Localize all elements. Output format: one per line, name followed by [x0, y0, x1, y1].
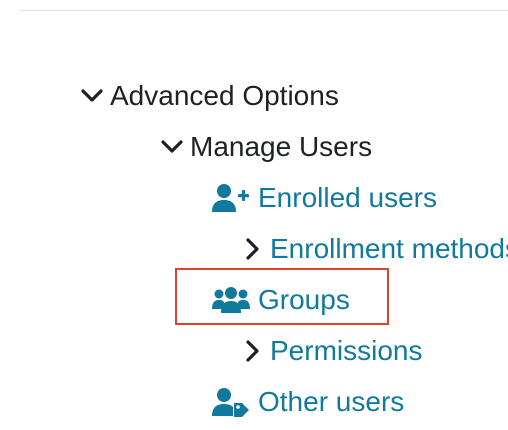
other-users-link[interactable]: Other users: [258, 384, 404, 420]
chevron-down-icon[interactable]: [160, 135, 184, 159]
tree-node-label: Advanced Options: [110, 80, 339, 111]
tree-node-advanced-options[interactable]: Advanced Options: [80, 78, 339, 114]
chevron-down-icon[interactable]: [80, 84, 104, 108]
user-plus-icon: [212, 183, 250, 213]
permissions-link[interactable]: Permissions: [270, 333, 422, 369]
link-other-users[interactable]: Other users: [212, 384, 404, 420]
link-enrolled-users[interactable]: Enrolled users: [212, 180, 437, 216]
tree-node-manage-users[interactable]: Manage Users: [160, 129, 372, 165]
chevron-right-icon[interactable]: [240, 339, 264, 363]
navigation-tree: Advanced Options Manage Users Enrolled u…: [0, 0, 508, 430]
enrolled-users-link[interactable]: Enrolled users: [258, 180, 437, 216]
divider: [20, 10, 508, 11]
tree-node-permissions[interactable]: Permissions: [240, 333, 422, 369]
chevron-right-icon[interactable]: [240, 237, 264, 261]
selection-highlight: [175, 268, 389, 325]
user-tag-icon: [212, 387, 250, 417]
tree-node-label: Manage Users: [190, 131, 373, 162]
tree-node-enrollment-methods[interactable]: Enrollment methods: [240, 231, 508, 267]
enrollment-methods-link[interactable]: Enrollment methods: [270, 231, 508, 267]
